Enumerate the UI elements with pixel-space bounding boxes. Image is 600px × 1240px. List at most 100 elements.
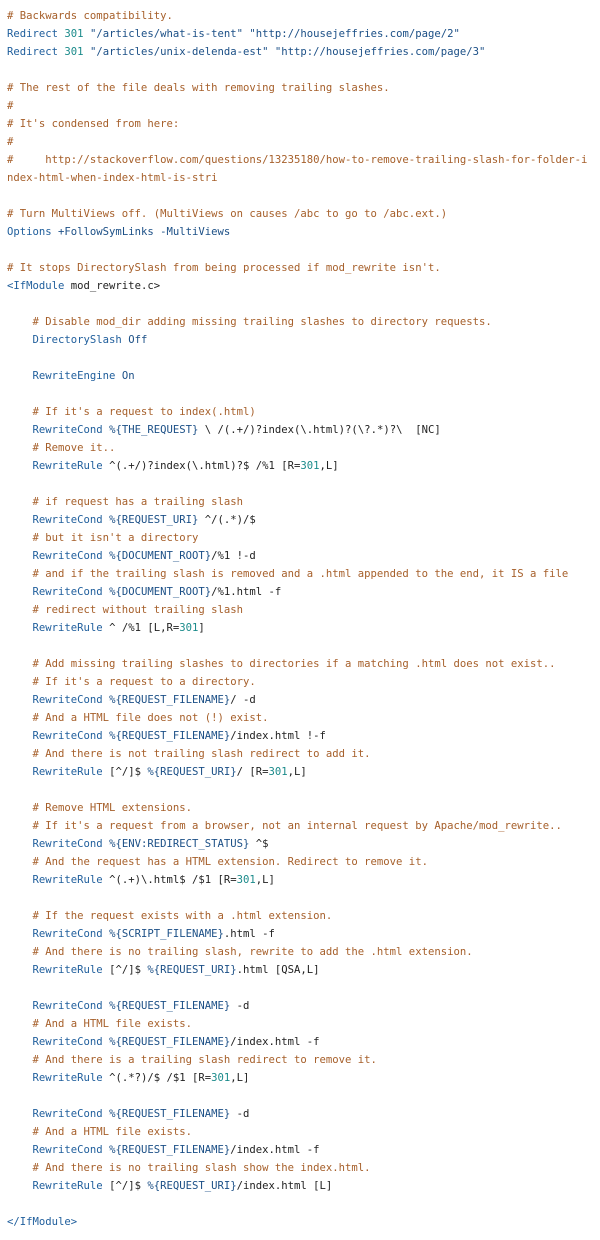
code-token-comment: # And there is a trailing slash redirect… <box>7 1054 377 1066</box>
code-token-str: %{REQUEST_FILENAME} <box>102 1144 231 1156</box>
comment-line: # And there is not trailing slash redire… <box>7 745 600 763</box>
code-token-comment: # And a HTML file exists. <box>7 1018 192 1030</box>
code-token-str: +FollowSymLinks -MultiViews <box>51 226 231 238</box>
code-token-plain: -d <box>230 1000 250 1012</box>
code-line: </IfModule> <box>7 1213 600 1231</box>
code-line: RewriteRule ^(.*?)/$ /$1 [R=301,L] <box>7 1069 600 1087</box>
code-token-plain: ] <box>198 622 205 634</box>
code-token-plain: /%1 !-d <box>211 550 256 562</box>
code-line: Options +FollowSymLinks -MultiViews <box>7 223 600 241</box>
code-line: RewriteRule ^(.+)\.html$ /$1 [R=301,L] <box>7 871 600 889</box>
code-token-str: %{DOCUMENT_ROOT} <box>102 586 212 598</box>
code-line: RewriteRule [^/]$ %{REQUEST_URI}/ [R=301… <box>7 763 600 781</box>
comment-line: # It's condensed from here: <box>7 115 600 133</box>
code-token-directive: RewriteRule <box>32 1180 103 1192</box>
code-line: RewriteCond %{REQUEST_FILENAME}/ -d <box>7 691 600 709</box>
code-token-plain: ,L] <box>319 460 339 472</box>
code-token-plain: ^(.*?)/$ /$1 [R= <box>102 1072 212 1084</box>
code-token-comment: # And a HTML file does not (!) exist. <box>7 712 269 724</box>
code-token-comment: # Backwards compatibility. <box>7 10 173 22</box>
code-token-plain: [^/]$ <box>102 1180 148 1192</box>
code-token-plain: ^$ <box>249 838 269 850</box>
code-token-comment: # And there is no trailing slash show th… <box>7 1162 371 1174</box>
code-line: RewriteRule ^ /%1 [L,R=301] <box>7 619 600 637</box>
code-token-comment: # And the request has a HTML extension. … <box>7 856 428 868</box>
code-token-str: %{REQUEST_FILENAME} <box>102 694 231 706</box>
code-token-comment: # and if the trailing slash is removed a… <box>7 568 569 580</box>
code-token-str: %{SCRIPT_FILENAME} <box>102 928 224 940</box>
code-token-plain: /index.html !-f <box>230 730 326 742</box>
code-token-directive: RewriteCond <box>32 1036 103 1048</box>
code-line: Redirect 301 "/articles/what-is-tent" "h… <box>7 25 600 43</box>
code-token-plain: ^(.+/)?index(\.html)?$ /%1 [R= <box>102 460 301 472</box>
code-token-num: 301 <box>300 460 320 472</box>
code-token-plain: / [R= <box>236 766 269 778</box>
code-token-num: 301 <box>64 46 84 58</box>
comment-line: # <box>7 97 600 115</box>
code-token-plain: ^/(.*)/$ <box>198 514 256 526</box>
code-token-str: %{REQUEST_FILENAME} <box>102 1036 231 1048</box>
code-token-comment: # Turn MultiViews off. (MultiViews on ca… <box>7 208 448 220</box>
comment-line: # <box>7 133 600 151</box>
code-token-comment: # The rest of the file deals with removi… <box>7 82 390 94</box>
code-token-str: %{REQUEST_FILENAME} <box>102 1000 231 1012</box>
code-line: RewriteCond %{REQUEST_FILENAME}/index.ht… <box>7 1141 600 1159</box>
code-token-directive: Redirect <box>7 46 59 58</box>
code-token-comment: # if request has a trailing slash <box>7 496 244 508</box>
code-token-plain: /index.html -f <box>230 1144 320 1156</box>
code-token-comment: # And there is no trailing slash, rewrit… <box>7 946 473 958</box>
code-token-comment: # but it isn't a directory <box>7 532 199 544</box>
code-token-str: %{THE_REQUEST} <box>102 424 199 436</box>
code-line: RewriteCond %{SCRIPT_FILENAME}.html -f <box>7 925 600 943</box>
comment-line: # Disable mod_dir adding missing trailin… <box>7 313 600 331</box>
code-token-str: %{ENV:REDIRECT_STATUS} <box>102 838 250 850</box>
code-token-num: 301 <box>268 766 288 778</box>
comment-line: # And a HTML file does not (!) exist. <box>7 709 600 727</box>
code-token-comment: # If it's a request to index(.html) <box>7 406 256 418</box>
code-token-comment: # And there is not trailing slash redire… <box>7 748 371 760</box>
code-token-plain: ^(.+)\.html$ /$1 [R= <box>102 874 237 886</box>
code-line: Redirect 301 "/articles/unix-delenda-est… <box>7 43 600 61</box>
code-token-comment: # Remove it.. <box>7 442 116 454</box>
code-token-plain: -d <box>230 1108 250 1120</box>
code-line: RewriteCond %{DOCUMENT_ROOT}/%1 !-d <box>7 547 600 565</box>
code-token-comment: # <box>7 136 14 148</box>
code-token-num: 301 <box>64 28 84 40</box>
code-line: DirectorySlash Off <box>7 331 600 349</box>
code-token-plain: ^ /%1 [L,R= <box>102 622 180 634</box>
comment-line: # http://stackoverflow.com/questions/132… <box>7 151 589 187</box>
code-token-directive: RewriteCond <box>32 550 103 562</box>
code-token-plain: ,L] <box>287 766 307 778</box>
code-token-comment: # If it's a request from a browser, not … <box>7 820 562 832</box>
code-line: RewriteCond %{REQUEST_FILENAME} -d <box>7 1105 600 1123</box>
comment-line: # It stops DirectorySlash from being pro… <box>7 259 600 277</box>
code-line: RewriteRule [^/]$ %{REQUEST_URI}.html [Q… <box>7 961 600 979</box>
code-token-directive: RewriteCond <box>32 514 103 526</box>
code-line: RewriteCond %{ENV:REDIRECT_STATUS} ^$ <box>7 835 600 853</box>
code-token-plain: .html -f <box>223 928 275 940</box>
comment-line: # Remove HTML extensions. <box>7 799 600 817</box>
code-token-str: %{REQUEST_URI} <box>147 1180 237 1192</box>
